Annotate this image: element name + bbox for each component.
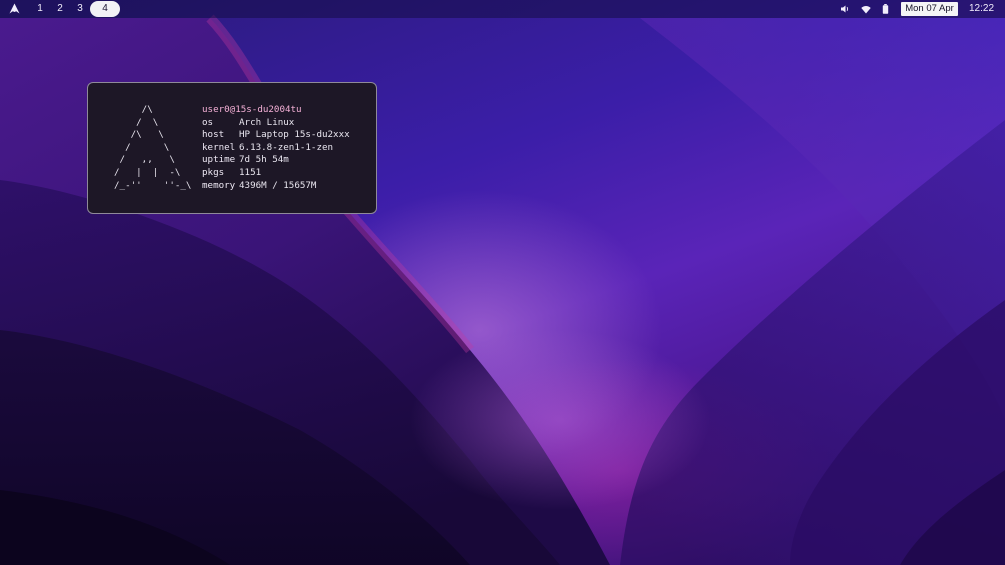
user-host: user0@15s-du2004tu <box>202 104 302 115</box>
arch-ascii-logo: /\ / \ /\ \ / \ / ,, \ / | | -\ /_-'' ''… <box>114 104 192 191</box>
wifi-icon[interactable] <box>860 3 872 15</box>
fetch-row-uptime: uptime 7d 5h 54m <box>202 154 350 167</box>
fetch-key: uptime <box>202 154 236 166</box>
fetch-row-memory: memory 4396M / 15657M <box>202 180 350 193</box>
fetch-key: host <box>202 129 225 141</box>
fetch-value: 4396M / 15657M <box>239 179 317 191</box>
fetch-row-host: host HP Laptop 15s-du2xxx <box>202 129 350 142</box>
fetch-row-pkgs: pkgs 1151 <box>202 167 350 180</box>
fetch-value: 1151 <box>239 166 262 178</box>
fetch-value: 6.13.8-zen1-1-zen <box>239 141 334 153</box>
fetch-key: os <box>202 116 214 128</box>
clock[interactable]: 12:22 <box>969 1 994 17</box>
battery-icon[interactable] <box>879 3 891 15</box>
workspace-2-button[interactable]: 2 <box>52 1 68 17</box>
workspace-3-button[interactable]: 3 <box>72 1 88 17</box>
fetch-row-os: os Arch Linux <box>202 117 350 130</box>
fetch-key: pkgs <box>202 166 225 178</box>
fetch-info: user0@15s-du2004tu os Arch Linux host HP L… <box>202 104 350 192</box>
speaker-icon[interactable] <box>839 3 851 15</box>
fetch-value: 7d 5h 54m <box>239 154 289 166</box>
fetch-value: HP Laptop 15s-du2xxx <box>239 129 350 141</box>
fetch-key: memory <box>202 179 236 191</box>
workspace-4-button[interactable]: 4 <box>90 1 120 17</box>
workspace-1-button[interactable]: 1 <box>32 1 48 17</box>
fetch-row-kernel: kernel 6.13.8-zen1-1-zen <box>202 142 350 155</box>
arch-logo-icon[interactable] <box>8 2 21 15</box>
date-display[interactable]: Mon 07 Apr <box>901 2 958 16</box>
top-bar: 1 2 3 4 Mon 07 Apr 12:22 <box>0 0 1005 18</box>
desktop: 1 2 3 4 Mon 07 Apr 12:22 /\ / \ /\ \ / \… <box>0 0 1005 565</box>
fetch-value: Arch Linux <box>239 116 295 128</box>
terminal-window[interactable]: /\ / \ /\ \ / \ / ,, \ / | | -\ /_-'' ''… <box>87 82 377 214</box>
fetch-key: kernel <box>202 141 236 153</box>
